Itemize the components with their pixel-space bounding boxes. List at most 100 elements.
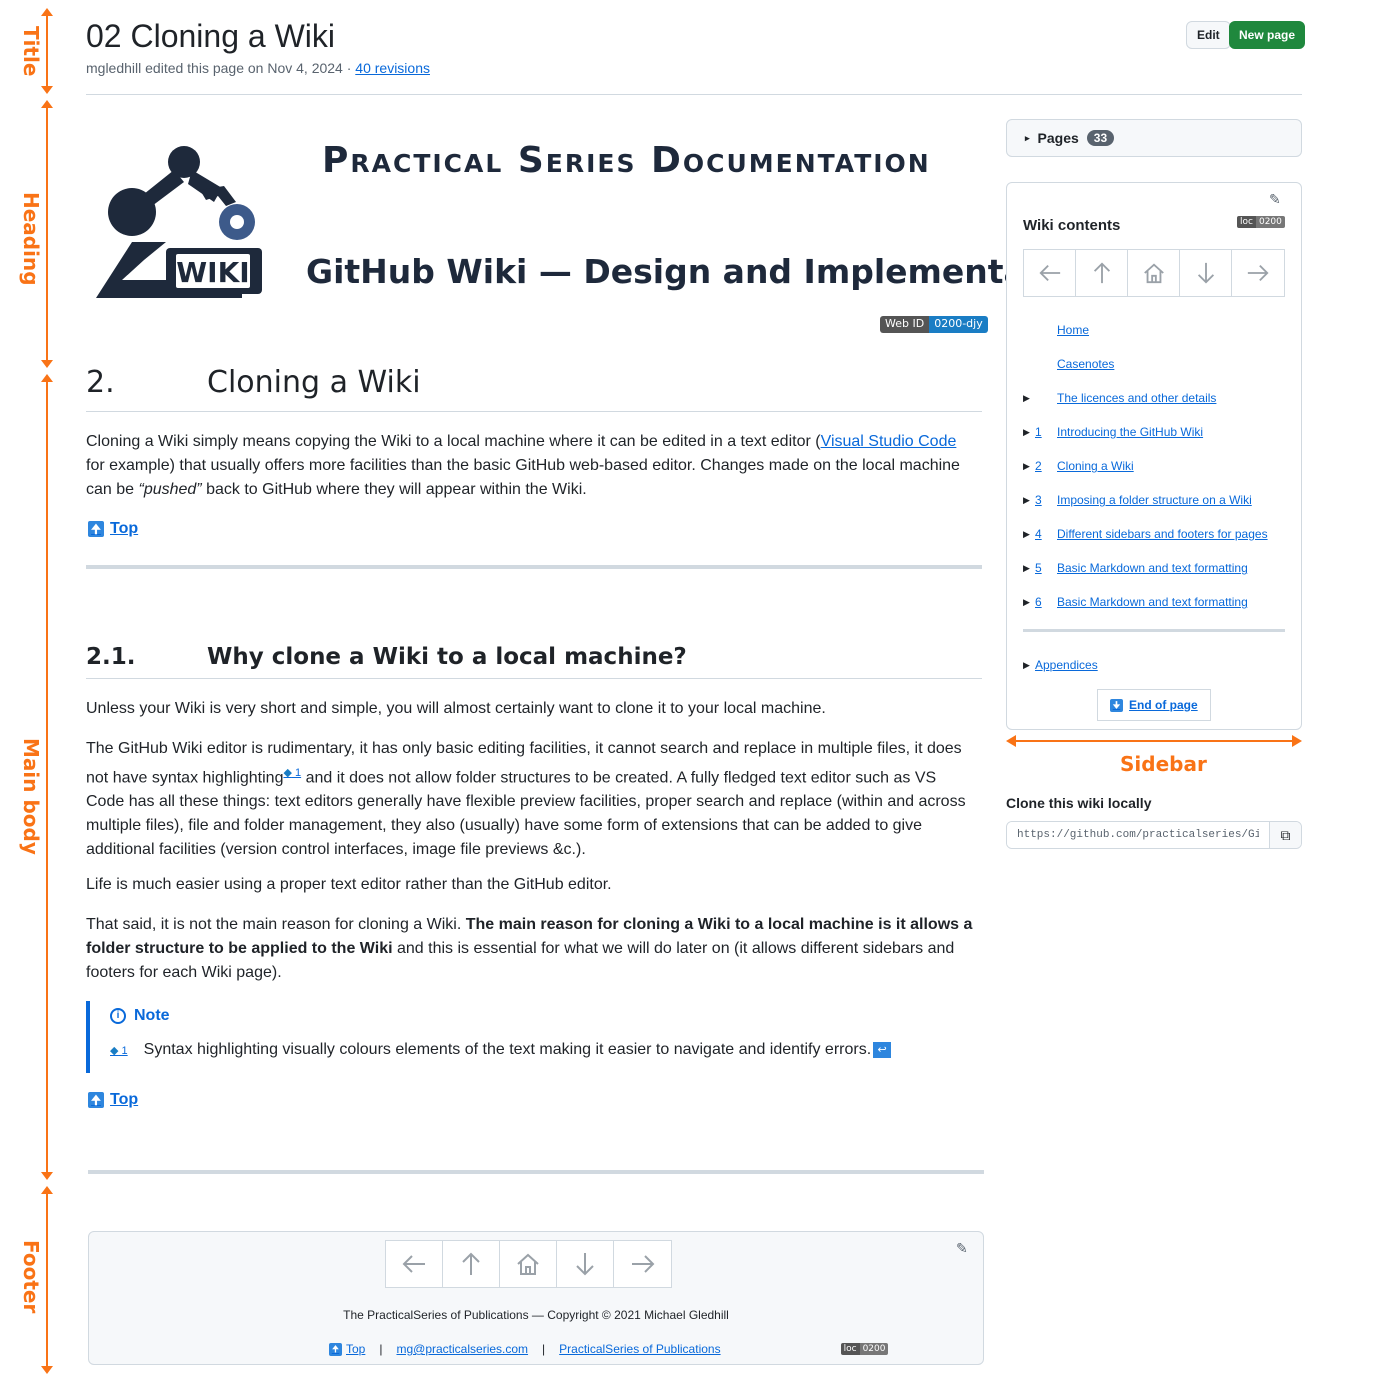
arrow-up-icon[interactable]	[1076, 250, 1128, 296]
arrow-left-icon[interactable]	[1024, 250, 1076, 296]
triangle-right-icon[interactable]: ▶	[1023, 529, 1030, 540]
toc-number: 4	[1035, 527, 1042, 541]
intro-text: back to GitHub where they will appear wi…	[201, 481, 587, 498]
pages-label: Pages	[1037, 130, 1079, 146]
toc-number: 6	[1035, 595, 1042, 609]
footer-top-link[interactable]: 🠉 Top	[329, 1342, 365, 1356]
toc-item-licences[interactable]: ▶ The licences and other details	[1023, 381, 1287, 415]
arrow-right-icon[interactable]	[1232, 250, 1284, 296]
toc-item-2[interactable]: ▶ 2 Cloning a Wiki	[1023, 449, 1287, 483]
intro-text: Cloning a Wiki simply means copying the …	[86, 433, 821, 450]
return-icon[interactable]: ↩	[873, 1042, 892, 1058]
paragraph: That said, it is not the main reason for…	[86, 913, 976, 985]
toc-label: Introducing the GitHub Wiki	[1057, 425, 1204, 439]
annotation-tick	[41, 86, 53, 94]
home-icon[interactable]	[1128, 250, 1180, 296]
page-title: 02 Cloning a Wiki	[86, 18, 335, 54]
web-id-value: 0200-djy	[929, 316, 988, 333]
end-of-page-label: End of page	[1129, 698, 1198, 712]
footnote-ref[interactable]: ◆ 1	[283, 767, 301, 779]
triangle-right-icon[interactable]: ▶	[1023, 495, 1030, 506]
triangle-right-icon[interactable]: ▶	[1023, 427, 1030, 438]
new-page-button[interactable]: New page	[1229, 21, 1306, 49]
note-callout: i Note ◆ 1 Syntax highlighting visually c…	[86, 1001, 982, 1073]
toc-item-6[interactable]: ▶ 6 Basic Markdown and text formatting	[1023, 585, 1287, 619]
clone-url-field: ⧉	[1006, 821, 1302, 849]
footer-copyright: The PracticalSeries of Publications — Co…	[343, 1308, 729, 1322]
annotation-tick	[41, 1186, 53, 1194]
arrow-right-icon[interactable]	[614, 1241, 671, 1287]
triangle-right-icon: ▸	[1025, 132, 1030, 143]
paragraph: Life is much easier using a proper text …	[86, 876, 612, 893]
top-link-label: Top	[110, 1091, 139, 1108]
pencil-icon[interactable]: ✎	[956, 1240, 968, 1257]
toc-item-appendices[interactable]: ▶ Appendices	[1023, 648, 1287, 682]
top-link[interactable]: 🠉 Top	[88, 1091, 138, 1109]
section-heading: 2. Cloning a Wiki	[86, 365, 421, 400]
toc-label: Basic Markdown and text formatting	[1057, 561, 1248, 575]
annotation-heading-label: Heading	[19, 192, 43, 286]
copy-icon[interactable]: ⧉	[1269, 822, 1301, 848]
arrow-down-icon[interactable]	[1180, 250, 1232, 296]
annotation-tick	[41, 100, 53, 108]
annotation-footer-line	[46, 1190, 48, 1368]
edit-button[interactable]: Edit	[1186, 21, 1231, 49]
toc-label: Casenotes	[1057, 357, 1115, 371]
toc-item-home[interactable]: Home	[1023, 313, 1287, 347]
triangle-right-icon[interactable]: ▶	[1023, 563, 1030, 574]
toc-label: Basic Markdown and text formatting	[1057, 595, 1248, 609]
diamond-icon: ◆	[283, 767, 292, 779]
annotation-footer-label: Footer	[19, 1240, 43, 1314]
footer-top-label: Top	[346, 1342, 366, 1356]
pushed-text: “pushed”	[138, 481, 202, 498]
footer-links: 🠉 Top | mg@practicalseries.com | Practica…	[329, 1342, 889, 1356]
triangle-right-icon[interactable]: ▶	[1023, 461, 1030, 472]
triangle-right-icon[interactable]: ▶	[1023, 393, 1030, 404]
arrow-up-icon: 🠉	[329, 1342, 342, 1356]
publications-link[interactable]: PracticalSeries of Publications	[559, 1342, 720, 1356]
info-icon: i	[110, 1008, 126, 1024]
top-link[interactable]: 🠉 Top	[88, 520, 138, 538]
triangle-right-icon[interactable]: ▶	[1023, 597, 1030, 608]
web-id-badge: Web ID 0200-djy	[880, 316, 988, 333]
toc-number: 1	[1035, 425, 1042, 439]
footnote-anchor[interactable]: ◆ 1	[110, 1044, 128, 1057]
intro-paragraph: Cloning a Wiki simply means copying the …	[86, 430, 976, 502]
subsection-number: 2.1.	[86, 644, 136, 670]
footer: ✎ The PracticalSeries of Publications — …	[88, 1231, 984, 1365]
paragraph: The GitHub Wiki editor is rudimentary, i…	[86, 737, 976, 862]
annotation-heading-line	[46, 104, 48, 366]
section-number: 2.	[86, 365, 115, 400]
annotation-tick	[41, 8, 53, 16]
vscode-link[interactable]: Visual Studio Code	[821, 433, 957, 450]
toc-label: Different sidebars and footers for pages	[1057, 527, 1268, 541]
arrow-left-icon[interactable]	[386, 1241, 443, 1287]
toc-item-1[interactable]: ▶ 1 Introducing the GitHub Wiki	[1023, 415, 1287, 449]
revisions-link[interactable]: 40 revisions	[355, 60, 430, 76]
arrow-down-icon: 🠋	[1110, 698, 1123, 712]
triangle-right-icon[interactable]: ▶	[1023, 660, 1030, 671]
end-of-page-link[interactable]: 🠋 End of page	[1097, 689, 1211, 721]
arrow-up-icon[interactable]	[443, 1241, 500, 1287]
toc-item-4[interactable]: ▶ 4 Different sidebars and footers for pag…	[1023, 517, 1287, 551]
note-title-label: Note	[134, 1007, 170, 1024]
email-link[interactable]: mg@practicalseries.com	[396, 1342, 528, 1356]
edited-by-text: mgledhill edited this page on Nov 4, 202…	[86, 60, 356, 76]
annotation-main-body-label: Main body	[19, 738, 43, 855]
toc-item-casenotes[interactable]: Casenotes	[1023, 347, 1287, 381]
top-link-label: Top	[110, 520, 139, 537]
subsection-divider	[86, 678, 982, 679]
diamond-icon: ◆	[110, 1044, 119, 1057]
pages-dropdown[interactable]: ▸ Pages 33	[1006, 119, 1302, 157]
home-icon[interactable]	[500, 1241, 557, 1287]
separator: |	[379, 1342, 383, 1356]
toc-number: 5	[1035, 561, 1042, 575]
pencil-icon[interactable]: ✎	[1269, 191, 1281, 208]
arrow-up-icon: 🠉	[88, 521, 104, 537]
loc-value: 0200	[859, 1343, 889, 1355]
arrow-down-icon[interactable]	[557, 1241, 614, 1287]
toc-item-3[interactable]: ▶ 3 Imposing a folder structure on a Wiki	[1023, 483, 1287, 517]
sidebar-wiki-contents: ✎ Wiki contents loc 0200 Home Casenotes ▶…	[1006, 182, 1302, 730]
clone-url-input[interactable]	[1007, 822, 1269, 848]
toc-item-5[interactable]: ▶ 5 Basic Markdown and text formatting	[1023, 551, 1287, 585]
